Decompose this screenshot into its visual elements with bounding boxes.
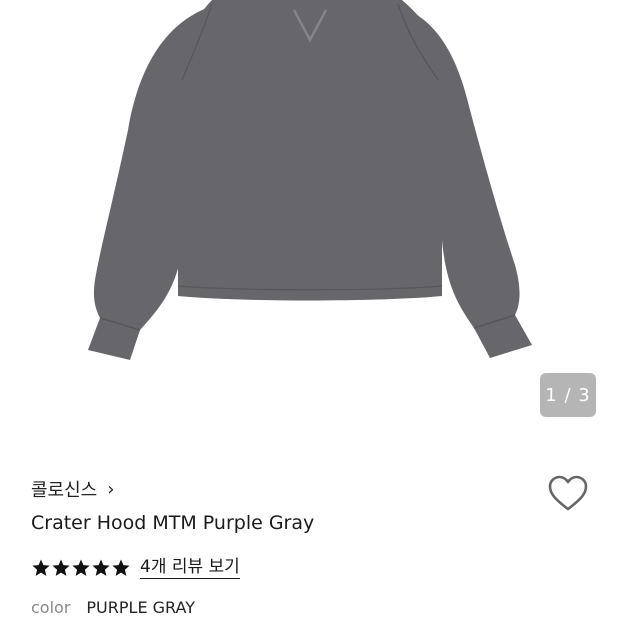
star-rating	[31, 558, 131, 578]
rating-row: 4개 리뷰 보기	[31, 554, 240, 582]
star-filled-icon	[92, 559, 110, 576]
star-filled-icon	[52, 559, 70, 576]
star-filled-icon	[112, 559, 130, 576]
brand-link[interactable]: 콜로신스 ›	[31, 476, 114, 502]
wishlist-button[interactable]	[546, 472, 590, 516]
option-row: color PURPLE GRAY	[31, 598, 195, 617]
image-counter: 1 / 3	[540, 373, 596, 417]
option-value: PURPLE GRAY	[86, 598, 195, 617]
option-label: color	[31, 598, 71, 617]
star-filled-icon	[32, 559, 50, 576]
chevron-right-icon: ›	[107, 478, 115, 500]
review-link[interactable]: 4개 리뷰 보기	[140, 557, 240, 579]
star-filled-icon	[72, 559, 90, 576]
product-detail-page: 1 / 3 콜로신스 › Crater Hood MTM Purple Gray…	[0, 0, 620, 620]
brand-name: 콜로신스	[31, 480, 98, 501]
heart-outline-icon	[548, 475, 588, 511]
product-title: Crater Hood MTM Purple Gray	[31, 512, 315, 534]
product-image-carousel[interactable]: 1 / 3	[0, 0, 620, 440]
product-photo	[88, 0, 532, 360]
